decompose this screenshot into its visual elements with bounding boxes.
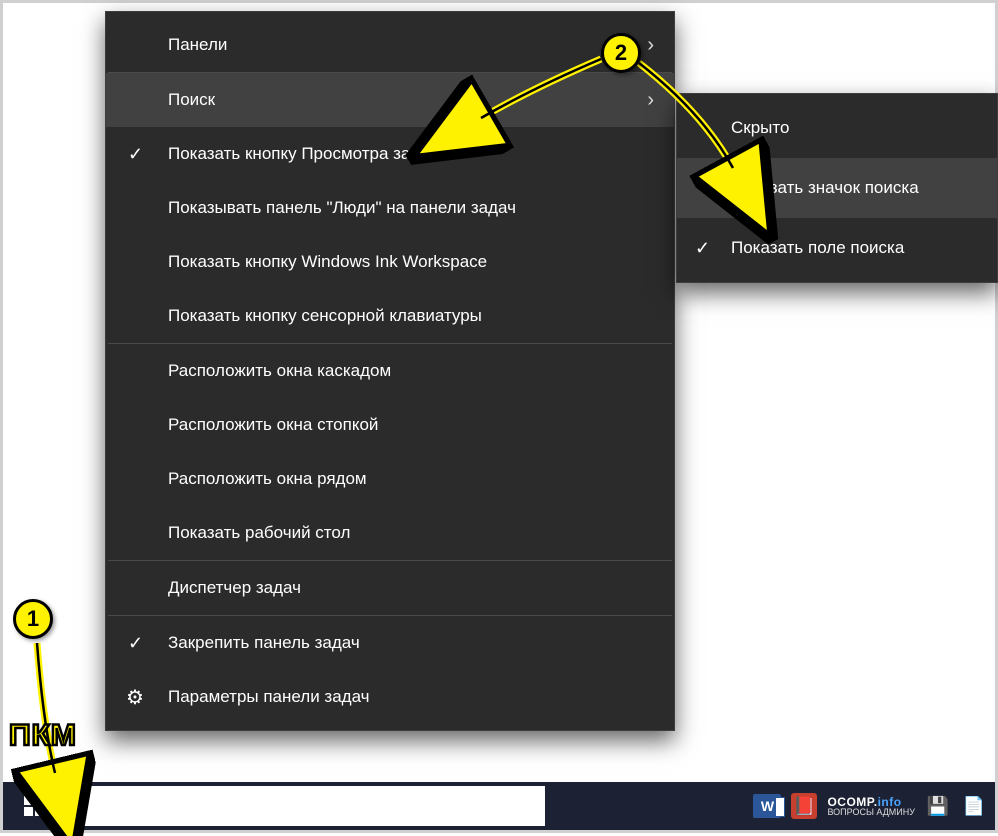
menu-label: Поиск <box>168 90 215 110</box>
menu-label: Расположить окна стопкой <box>168 415 378 435</box>
menu-item-stacked[interactable]: Расположить окна стопкой <box>106 398 674 452</box>
menu-label: Расположить окна рядом <box>168 469 367 489</box>
windows-logo-icon <box>24 796 44 816</box>
menu-item-ink-workspace[interactable]: Показать кнопку Windows Ink Workspace <box>106 235 674 289</box>
submenu-item-show-icon[interactable]: Показать значок поиска <box>677 158 997 218</box>
menu-item-search[interactable]: Поиск › <box>106 73 674 127</box>
annotation-pkm-label: ПКМ <box>9 719 77 753</box>
menu-item-task-manager[interactable]: Диспетчер задач <box>106 561 674 615</box>
chevron-right-icon: › <box>647 89 654 112</box>
menu-label: Показать кнопку Просмотра задач <box>168 144 438 164</box>
submenu-label: Показать значок поиска <box>731 178 919 198</box>
menu-label: Показать рабочий стол <box>168 523 350 543</box>
taskbar-context-menu: Панели › Поиск › ✓ Показать кнопку Просм… <box>105 11 675 731</box>
document-icon[interactable]: 📄 <box>961 793 987 819</box>
submenu-item-hidden[interactable]: Скрыто <box>677 98 997 158</box>
system-tray: W 📕 OCOMP.info ВОПРОСЫ АДМИНУ 💾 📄 <box>753 782 987 830</box>
menu-label: Показать кнопку сенсорной клавиатуры <box>168 306 482 326</box>
notebook-icon[interactable]: 📕 <box>791 793 817 819</box>
annotation-badge-2: 2 <box>601 33 641 73</box>
submenu-label: Скрыто <box>731 118 789 138</box>
start-button[interactable] <box>3 782 65 830</box>
taskbar-search-box[interactable] <box>65 786 545 826</box>
menu-label: Показывать панель "Люди" на панели задач <box>168 198 516 218</box>
save-icon[interactable]: 💾 <box>925 793 951 819</box>
menu-item-touch-keyboard[interactable]: Показать кнопку сенсорной клавиатуры <box>106 289 674 343</box>
menu-label: Расположить окна каскадом <box>168 361 391 381</box>
check-icon: ✓ <box>128 633 143 654</box>
menu-label: Параметры панели задач <box>168 687 370 707</box>
menu-item-panels[interactable]: Панели › <box>106 18 674 72</box>
menu-item-task-view[interactable]: ✓ Показать кнопку Просмотра задач <box>106 127 674 181</box>
menu-item-taskbar-settings[interactable]: ⚙ Параметры панели задач <box>106 670 674 724</box>
word-app-icon[interactable]: W <box>753 794 781 818</box>
search-submenu: Скрыто Показать значок поиска ✓ Показать… <box>676 93 998 283</box>
submenu-label: Показать поле поиска <box>731 238 904 258</box>
badge-number: 2 <box>615 40 627 66</box>
chevron-right-icon: › <box>647 34 654 57</box>
menu-item-lock-taskbar[interactable]: ✓ Закрепить панель задач <box>106 616 674 670</box>
ocomp-logo: OCOMP.info ВОПРОСЫ АДМИНУ <box>827 796 915 817</box>
submenu-item-show-field[interactable]: ✓ Показать поле поиска <box>677 218 997 278</box>
menu-item-show-desktop[interactable]: Показать рабочий стол <box>106 506 674 560</box>
menu-label: Закрепить панель задач <box>168 633 360 653</box>
menu-label: Показать кнопку Windows Ink Workspace <box>168 252 487 272</box>
check-icon: ✓ <box>695 238 710 259</box>
badge-number: 1 <box>27 606 39 632</box>
menu-label: Диспетчер задач <box>168 578 301 598</box>
word-letter: W <box>761 798 774 814</box>
brand-subtitle: ВОПРОСЫ АДМИНУ <box>827 808 915 817</box>
check-icon: ✓ <box>128 144 143 165</box>
taskbar: W 📕 OCOMP.info ВОПРОСЫ АДМИНУ 💾 📄 <box>3 782 995 830</box>
annotation-badge-1: 1 <box>13 599 53 639</box>
gear-icon: ⚙ <box>126 685 144 710</box>
menu-item-side-by-side[interactable]: Расположить окна рядом <box>106 452 674 506</box>
menu-item-cascade[interactable]: Расположить окна каскадом <box>106 344 674 398</box>
menu-label: Панели <box>168 35 227 55</box>
menu-item-people[interactable]: Показывать панель "Люди" на панели задач <box>106 181 674 235</box>
